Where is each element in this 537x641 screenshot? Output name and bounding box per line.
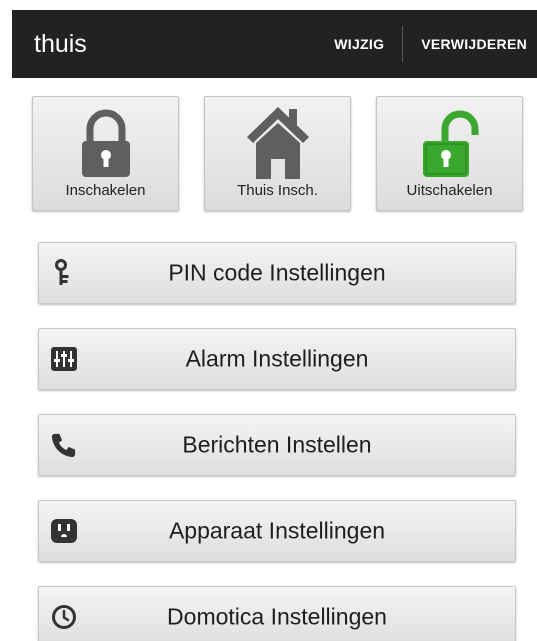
domotica-settings-button[interactable]: Domotica Instellingen — [38, 586, 516, 641]
locked-padlock-icon — [81, 109, 130, 177]
alarm-settings-button[interactable]: Alarm Instellingen — [38, 328, 516, 390]
pin-settings-label: PIN code Instellingen — [168, 259, 386, 286]
app-bar: thuis WIJZIG VERWIJDEREN — [12, 10, 537, 78]
message-settings-button[interactable]: Berichten Instellen — [38, 414, 516, 476]
disarm-button[interactable]: Uitschakelen — [376, 96, 523, 211]
arm-button[interactable]: Inschakelen — [32, 96, 179, 211]
home-arm-label: Thuis Insch. — [237, 182, 318, 199]
edit-button[interactable]: WIJZIG — [334, 10, 402, 78]
house-icon — [246, 107, 309, 179]
arm-label: Inschakelen — [65, 182, 146, 199]
pin-settings-button[interactable]: PIN code Instellingen — [38, 242, 516, 304]
home-arm-button[interactable]: Thuis Insch. — [204, 96, 351, 211]
unlocked-padlock-icon — [422, 110, 478, 177]
page-title: thuis — [34, 29, 87, 58]
device-settings-button[interactable]: Apparaat Instellingen — [38, 500, 516, 562]
disarm-label: Uitschakelen — [406, 182, 493, 199]
domotica-settings-label: Domotica Instellingen — [167, 603, 387, 630]
delete-button[interactable]: VERWIJDEREN — [403, 10, 537, 78]
alarm-settings-label: Alarm Instellingen — [185, 345, 369, 372]
message-settings-label: Berichten Instellen — [182, 431, 372, 458]
device-settings-label: Apparaat Instellingen — [168, 517, 386, 544]
